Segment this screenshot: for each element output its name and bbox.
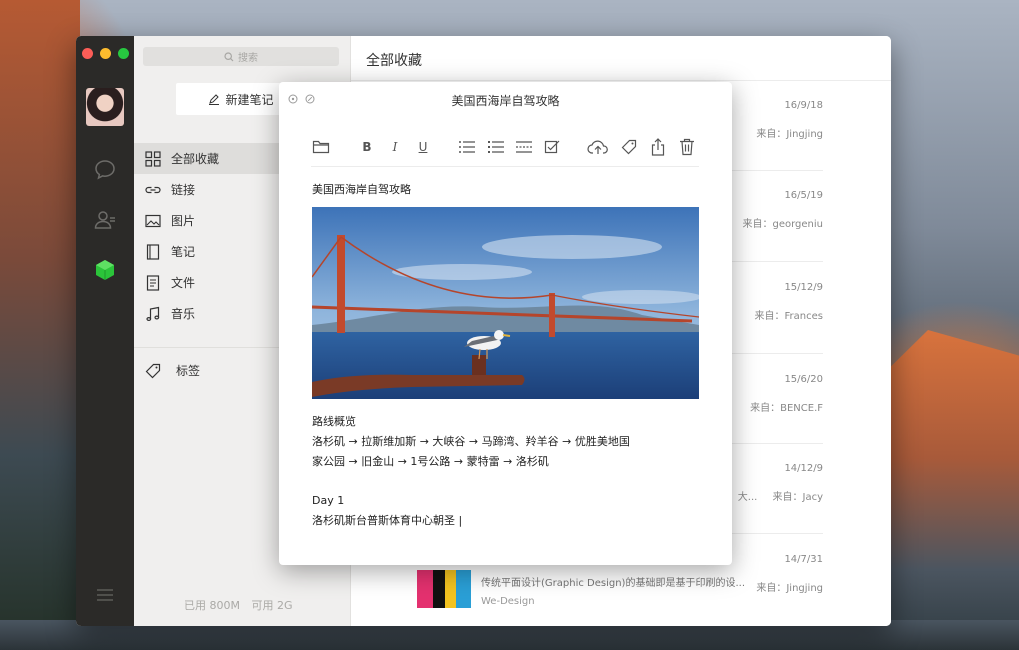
share-button[interactable]: [648, 137, 668, 157]
desktop-wallpaper-right: [889, 330, 1019, 650]
sidebar-item-label: 图片: [171, 214, 196, 228]
note-window-title: 美国西海岸自驾攻略: [451, 94, 560, 108]
search-input[interactable]: 搜索: [143, 47, 339, 66]
sidebar-item-label: 音乐: [171, 307, 196, 321]
image-icon: [145, 214, 161, 227]
route-line-1: 洛杉矶 → 拉斯维加斯 → 大峡谷 → 马蹄湾、羚羊谷 → 优胜美地国: [312, 435, 630, 448]
item-date: 14/7/31: [784, 554, 823, 565]
cloud-upload-icon: [587, 140, 608, 154]
list-item[interactable]: 16/5/19 来自：georgeniu: [742, 190, 823, 230]
icon-rail: [76, 36, 134, 626]
bullet-list-icon: [459, 141, 475, 153]
underline-button[interactable]: U: [413, 137, 433, 157]
window-close-button[interactable]: [82, 48, 93, 59]
item-date: 15/12/9: [784, 282, 823, 293]
list-divider: [731, 353, 823, 354]
item-date: 16/9/18: [784, 100, 823, 111]
note-heading: 美国西海岸自驾攻略: [312, 183, 411, 196]
numbered-list-icon: [488, 141, 504, 153]
list-item[interactable]: 14/7/31 来自：Jingjing: [756, 554, 823, 594]
item-source: 来自：Jingjing: [756, 583, 823, 594]
item-snippet: 传统平面设计(Graphic Design)的基础即是基于印刷的设...: [481, 578, 745, 589]
item-source: 来自：georgeniu: [742, 219, 823, 230]
route-title: 路线概览: [312, 415, 356, 428]
item-snippet-tail: 大...: [737, 492, 758, 503]
file-icon: [146, 274, 160, 291]
item-source: 来自：Frances: [754, 311, 823, 322]
golden-gate-bridge-photo[interactable]: [312, 207, 699, 399]
notebook-icon: [146, 243, 160, 260]
note-body[interactable]: 路线概览 洛杉矶 → 拉斯维加斯 → 大峡谷 → 马蹄湾、羚羊谷 → 优胜美地国…: [312, 412, 702, 531]
sidebar-item-label: 标签: [176, 364, 201, 378]
list-item[interactable]: 14/12/9 大... 来自：Jacy: [738, 463, 823, 503]
day-label: Day 1: [312, 494, 345, 507]
toolbar-divider: [311, 166, 699, 167]
new-note-label: 新建笔记: [225, 92, 274, 107]
bold-button[interactable]: B: [357, 137, 377, 157]
folder-icon: [312, 140, 330, 154]
sidebar-item-label: 笔记: [171, 245, 196, 259]
music-icon: [146, 306, 160, 321]
search-icon: [224, 51, 234, 61]
sidebar-item-label: 链接: [171, 183, 196, 197]
folder-button[interactable]: [311, 137, 331, 157]
list-header-divider: [351, 80, 891, 81]
item-date: 16/5/19: [784, 190, 823, 201]
list-item[interactable]: 15/6/20 来自：BENCE.F: [750, 374, 823, 414]
divider-icon: [516, 141, 532, 153]
tag-button[interactable]: [619, 137, 639, 157]
divider-button[interactable]: [514, 137, 534, 157]
bullet-list-button[interactable]: [457, 137, 477, 157]
pen-icon: [209, 94, 220, 105]
tag-icon: [145, 363, 161, 378]
grid-icon: [145, 150, 161, 167]
avatar[interactable]: [86, 88, 124, 126]
editor-toolbar: B I U: [311, 137, 701, 159]
item-thumbnail[interactable]: [417, 570, 471, 608]
item-source: 来自：Jacy: [772, 492, 824, 503]
list-divider: [731, 261, 823, 262]
item-source: 来自：BENCE.F: [750, 403, 823, 414]
favorites-cube-icon[interactable]: [92, 257, 118, 283]
sidebar-item-label: 文件: [171, 276, 196, 290]
list-item[interactable]: 15/12/9 来自：Frances: [755, 282, 823, 322]
list-divider: [731, 533, 823, 534]
storage-available: 可用 2G: [251, 599, 293, 612]
item-date: 14/12/9: [784, 463, 823, 474]
storage-used: 已用 800M: [184, 599, 240, 612]
note-editor-window: 美国西海岸自驾攻略 B I U 美国西海岸自驾攻略 路线概览 洛杉矶 → 拉斯维…: [279, 82, 732, 565]
menu-icon[interactable]: [94, 584, 116, 606]
contacts-icon[interactable]: [92, 207, 118, 233]
share-icon: [651, 138, 665, 156]
storage-info: 已用 800M 可用 2G: [184, 597, 301, 613]
day-text: 洛杉矶斯台普斯体育中心朝圣 |: [312, 514, 463, 527]
italic-button[interactable]: I: [385, 137, 405, 157]
list-divider: [731, 170, 823, 171]
sidebar-item-label: 全部收藏: [171, 152, 220, 166]
item-date: 15/6/20: [784, 374, 823, 385]
desktop-wallpaper-left: [0, 0, 80, 650]
link-icon: [145, 186, 161, 193]
list-divider: [731, 443, 823, 444]
checkbox-icon: [544, 140, 560, 154]
window-minimize-button[interactable]: [100, 48, 111, 59]
item-source: 来自：Jingjing: [756, 129, 823, 140]
tag-icon: [621, 139, 637, 155]
cloud-upload-button[interactable]: [586, 137, 610, 157]
list-title: 全部收藏: [366, 53, 422, 69]
window-maximize-button[interactable]: [118, 48, 129, 59]
route-line-2: 家公园 → 旧金山 → 1号公路 → 蒙特雷 → 洛杉矶: [312, 455, 549, 468]
search-placeholder: 搜索: [238, 53, 258, 64]
checklist-button[interactable]: [542, 137, 562, 157]
list-item[interactable]: 16/9/18 来自：Jingjing: [756, 100, 823, 140]
delete-button[interactable]: [677, 137, 697, 157]
chat-icon[interactable]: [92, 157, 118, 183]
numbered-list-button[interactable]: [486, 137, 506, 157]
trash-icon: [680, 138, 694, 156]
item-origin: We-Design: [481, 596, 535, 607]
